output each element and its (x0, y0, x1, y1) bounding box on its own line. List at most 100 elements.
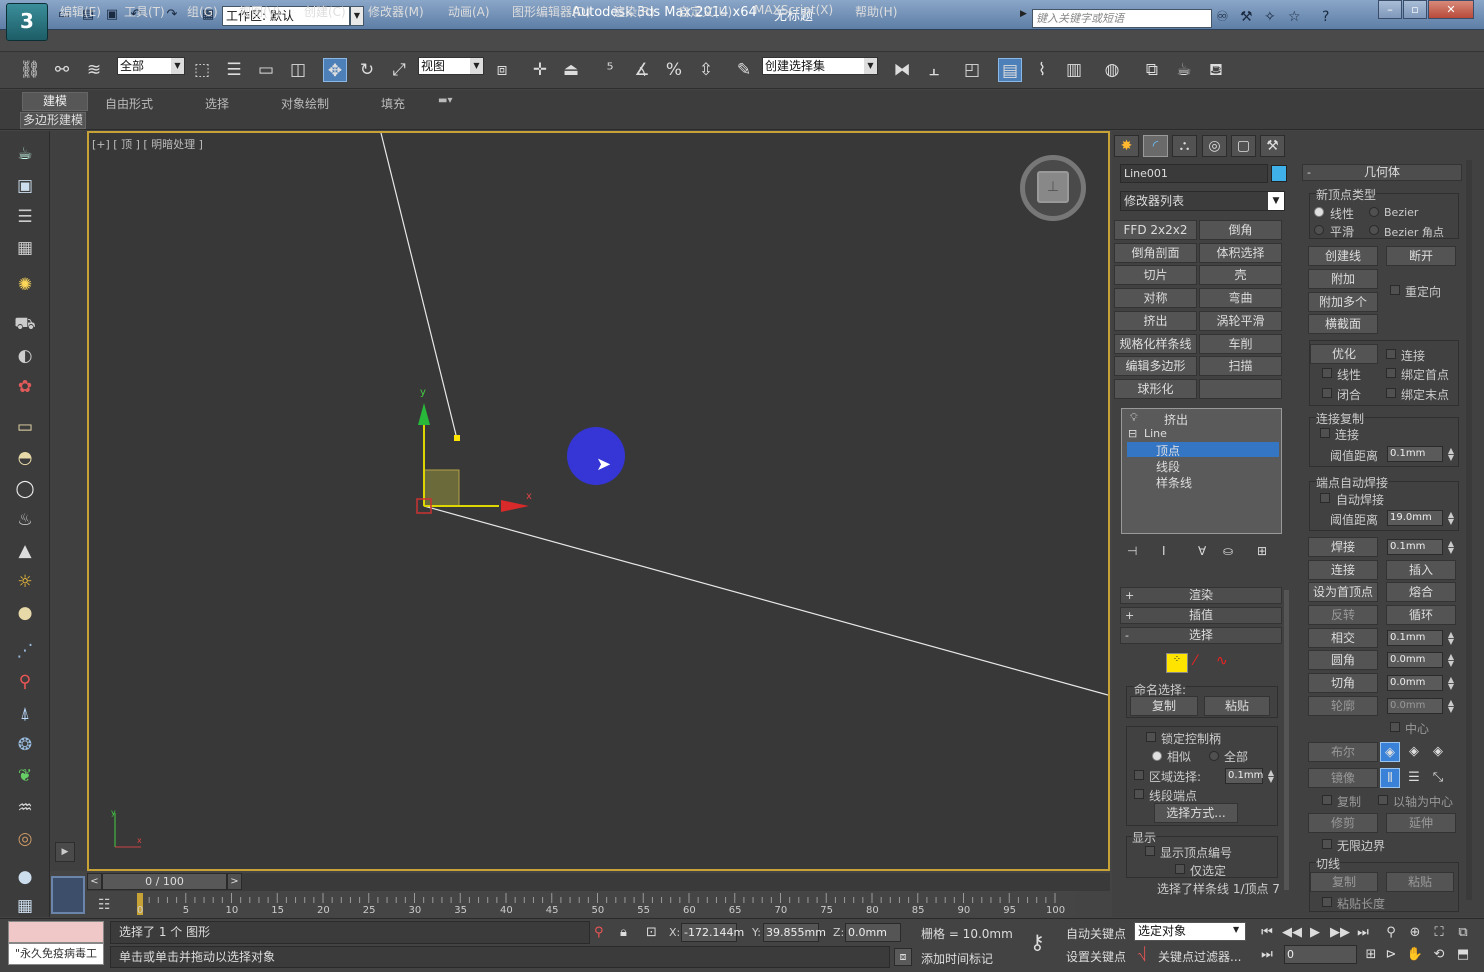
current-frame-field[interactable]: 0 (1284, 945, 1357, 964)
hierarchy-tab-icon[interactable]: ⛬ (1172, 135, 1197, 157)
dome-icon[interactable]: ◓ (12, 446, 38, 470)
time-config-icon[interactable]: ⊞ (1362, 946, 1380, 964)
attach-multiple-button[interactable]: 附加多个 (1308, 292, 1378, 312)
zoom-icon[interactable]: ⚲ (1382, 924, 1400, 942)
spinner-arrows-icon[interactable]: ▲ ▼ (1448, 540, 1454, 555)
menu-rendering[interactable]: 渲染(R) (613, 3, 655, 20)
ribbon-tab-selection[interactable]: 选择 (205, 95, 229, 112)
linear-checkbox[interactable] (1322, 368, 1332, 378)
spinner-arrows-icon[interactable]: ▲ ▼ (1448, 676, 1454, 691)
gizmo-x-arrow[interactable] (501, 500, 529, 512)
outline-spinner[interactable]: 0.0mm ▲ ▼ (1387, 698, 1454, 714)
menu-tools[interactable]: 工具(T) (124, 3, 165, 20)
ribbon-tab-freeform[interactable]: 自由形式 (105, 95, 153, 112)
mirror-button[interactable]: 镜像 (1308, 768, 1378, 788)
hair-icon[interactable]: ⋰ (12, 639, 38, 663)
hf-icon[interactable]: ♒ (12, 796, 38, 820)
boolean-button[interactable]: 布尔 (1308, 742, 1378, 762)
grid-icon[interactable]: ▦ (12, 236, 38, 260)
bind-space-warp-icon[interactable]: ≋ (82, 58, 106, 82)
modifier-button[interactable]: 倒角剖面 (1114, 242, 1197, 263)
menu-animation[interactable]: 动画(A) (448, 3, 490, 20)
spinner-arrows-icon[interactable]: ▲ ▼ (1448, 653, 1454, 668)
absolute-mode-icon[interactable]: ⊡ (646, 925, 657, 940)
modifier-button[interactable]: FFD 2x2x2 (1114, 220, 1197, 240)
modifier-button[interactable]: 车削 (1199, 333, 1282, 354)
bind-last-checkbox[interactable] (1386, 388, 1396, 398)
go-to-end-icon[interactable]: ⏭ (1354, 924, 1372, 942)
paint-icon[interactable]: ▣ (12, 174, 38, 198)
add-time-tag[interactable]: 添加时间标记 (921, 950, 993, 967)
show-vertex-numbers-checkbox[interactable] (1145, 846, 1155, 856)
material-editor-icon[interactable]: ◍ (1100, 58, 1124, 82)
zoom-extents-icon[interactable]: ⛶ (1430, 924, 1448, 942)
bezier-corner-radio[interactable] (1369, 225, 1379, 235)
rollout-interpolation[interactable]: + 插值 (1120, 607, 1282, 624)
manipulate-icon[interactable]: ✛ (528, 58, 552, 82)
segment-mode-icon[interactable]: ⁄ (1194, 653, 1196, 669)
about-pivot-checkbox[interactable] (1378, 795, 1388, 805)
mirror-horizontal-icon[interactable]: ⫴ (1380, 768, 1400, 788)
search-expand-icon[interactable]: ▶ (1020, 9, 1027, 19)
ribbon-tab-object-paint[interactable]: 对象绘制 (281, 95, 329, 112)
alike-radio[interactable] (1152, 751, 1162, 761)
paste-length-checkbox[interactable] (1322, 897, 1332, 907)
stack-item-line[interactable]: Line (1144, 427, 1167, 440)
remove-modifier-icon[interactable]: ⛀ (1223, 544, 1233, 558)
link-icon[interactable]: ⛓ (18, 58, 42, 82)
teapot-icon[interactable]: ☕ (12, 142, 38, 166)
cross-insert-button[interactable]: 相交 (1308, 628, 1378, 648)
area-select-spinner[interactable]: 0.1mm ▲ ▼ (1225, 768, 1274, 784)
prev-key-icon[interactable]: ◀◀ (1282, 924, 1302, 942)
layer-manager-icon[interactable]: ◰ (960, 58, 984, 82)
spline-vertex[interactable] (454, 435, 460, 441)
torus-icon[interactable]: ♨ (12, 508, 38, 532)
favorites-star-icon[interactable]: ☆ (1288, 9, 1301, 25)
create-tab-icon[interactable]: ✸ (1114, 135, 1139, 157)
menu-maxscript[interactable]: MAXScript(X) (754, 3, 833, 17)
modifier-button[interactable]: 壳 (1199, 265, 1282, 286)
isolate-icon[interactable]: ⚲ (594, 925, 604, 940)
key-mode-icon[interactable]: ⏭ (1258, 946, 1276, 964)
auto-weld-checkbox[interactable] (1320, 493, 1330, 503)
weld-button[interactable]: 焊接 (1308, 537, 1378, 557)
sphere-small-icon[interactable]: ● (12, 865, 38, 889)
cross-insert-spinner[interactable]: 0.1mm ▲ ▼ (1387, 630, 1454, 646)
menu-views[interactable]: 视图(V) (239, 3, 281, 20)
menu-help[interactable]: 帮助(H) (855, 3, 897, 20)
spinner-arrows-icon[interactable]: ▲ ▼ (1448, 631, 1454, 646)
connect-copy-checkbox[interactable] (1320, 428, 1330, 438)
camera-icon[interactable]: ⛟ (12, 312, 38, 336)
ribbon-subtab-poly-modeling[interactable]: 多边形建模 (20, 112, 86, 129)
bezier-radio[interactable] (1369, 207, 1379, 217)
modifier-button[interactable] (1199, 378, 1282, 399)
cone-icon[interactable]: ▲ (12, 539, 38, 563)
schematic-view-icon[interactable]: ▥ (1062, 58, 1086, 82)
viewcube-face[interactable]: ⊥ (1037, 171, 1069, 203)
play-icon[interactable]: ▶ (1306, 924, 1324, 942)
select-rotate-icon[interactable]: ↻ (355, 58, 379, 82)
show-end-result-icon[interactable]: Ⅰ (1162, 544, 1166, 558)
reorient-checkbox[interactable] (1390, 285, 1400, 295)
wood-icon[interactable]: ◎ (12, 827, 38, 851)
segment-end-checkbox[interactable] (1134, 789, 1144, 799)
gizmo-icon[interactable]: ⍋ (12, 702, 38, 726)
list-icon[interactable]: ☰ (12, 205, 38, 229)
stack-item-extrude[interactable]: 挤出 (1164, 411, 1188, 428)
select-object-icon[interactable]: ⬚ (190, 58, 214, 82)
modifier-button[interactable]: 切片 (1114, 265, 1197, 286)
scene-explorer-icon[interactable]: ▤ (998, 58, 1022, 82)
chamfer-button[interactable]: 切角 (1308, 673, 1378, 693)
modifier-list-select[interactable]: 修改器列表 (1120, 191, 1285, 211)
viewport-label[interactable]: [+] [ 顶 ] [ 明暗处理 ] (92, 136, 203, 152)
modifier-button[interactable]: 规格化样条线 (1114, 333, 1197, 354)
spinner-snap-icon[interactable]: ⇳ (694, 58, 718, 82)
union-icon[interactable]: ◈ (1380, 742, 1400, 762)
communication-icon[interactable]: ✧ (1264, 9, 1276, 25)
stack-sub-spline[interactable]: 样条线 (1156, 474, 1192, 491)
spinner-arrows-icon[interactable]: ▲ ▼ (1268, 769, 1274, 784)
close-button[interactable]: ✕ (1428, 0, 1474, 19)
select-scale-icon[interactable]: ⤢ (387, 58, 411, 82)
key-filter-icon[interactable]: ⎷ (1138, 947, 1146, 962)
next-key-icon[interactable]: ▶▶ (1330, 924, 1350, 942)
